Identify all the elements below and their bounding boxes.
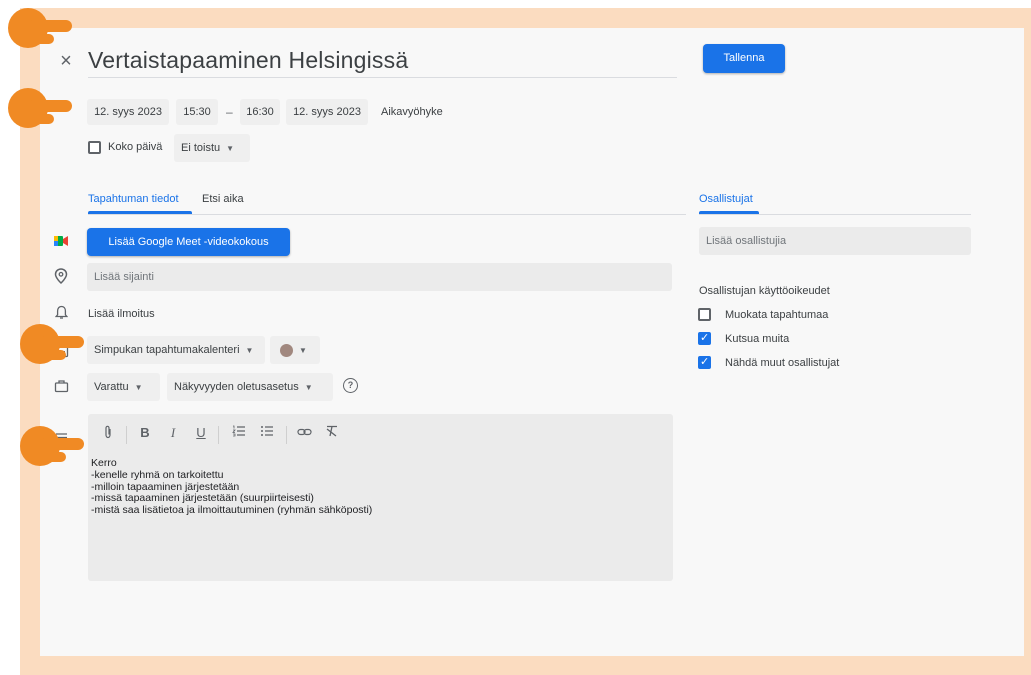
bulleted-list-icon[interactable]	[258, 425, 276, 440]
permission-checkbox-invite[interactable]: ✓	[698, 332, 711, 345]
tab-event-details[interactable]: Tapahtuman tiedot	[88, 186, 179, 212]
help-icon[interactable]: ?	[343, 378, 358, 393]
time-separator: –	[226, 105, 233, 119]
location-pin-icon	[54, 268, 68, 285]
repeat-value: Ei toistu	[181, 142, 221, 154]
all-day-label: Koko päivä	[108, 141, 163, 153]
pointing-hand-icon	[18, 418, 88, 478]
availability-value: Varattu	[94, 381, 129, 393]
calendar-select[interactable]: Simpukan tapahtumakalenteri ▼	[87, 336, 265, 364]
event-color-select[interactable]: ▼	[270, 336, 320, 364]
chevron-down-icon: ▼	[245, 346, 254, 355]
permission-checkbox-see-guests[interactable]: ✓	[698, 356, 711, 369]
tab-find-time[interactable]: Etsi aika	[202, 186, 244, 212]
link-icon[interactable]	[295, 425, 313, 440]
add-google-meet-button[interactable]: Lisää Google Meet -videokokous	[87, 228, 290, 256]
repeat-select[interactable]: Ei toistu ▼	[174, 134, 250, 162]
add-guests-input[interactable]: Lisää osallistujia	[699, 227, 971, 255]
numbered-list-icon[interactable]	[230, 425, 248, 440]
chevron-down-icon: ▼	[134, 383, 143, 392]
chevron-down-icon: ▼	[304, 383, 313, 392]
event-title-input[interactable]: Vertaistapaaminen Helsingissä	[88, 44, 677, 78]
toolbar-separator	[286, 426, 287, 444]
italic-icon[interactable]: I	[164, 425, 182, 441]
permission-label-modify: Muokata tapahtumaa	[725, 309, 829, 321]
permission-label-invite: Kutsua muita	[725, 333, 790, 345]
toolbar-separator	[218, 426, 219, 444]
pointing-hand-icon	[6, 80, 76, 140]
toolbar-separator	[126, 426, 127, 444]
pointing-hand-icon	[6, 0, 76, 60]
visibility-select[interactable]: Näkyvyyden oletusasetus ▼	[167, 373, 333, 401]
briefcase-icon	[54, 379, 69, 393]
visibility-value: Näkyvyyden oletusasetus	[174, 381, 299, 393]
availability-select[interactable]: Varattu ▼	[87, 373, 160, 401]
end-date-field[interactable]: 12. syys 2023	[286, 99, 368, 125]
chevron-down-icon: ▼	[299, 346, 307, 355]
add-notification-button[interactable]: Lisää ilmoitus	[88, 308, 155, 320]
tabs-divider	[88, 214, 686, 215]
save-button[interactable]: Tallenna	[703, 44, 785, 73]
guests-divider	[699, 214, 971, 215]
color-swatch	[280, 343, 293, 357]
underline-icon[interactable]: U	[192, 425, 210, 440]
chevron-down-icon: ▼	[226, 144, 235, 153]
tab-guests[interactable]: Osallistujat	[699, 186, 753, 212]
all-day-checkbox[interactable]	[88, 141, 101, 154]
google-meet-icon	[54, 234, 68, 246]
attachment-icon[interactable]	[99, 425, 117, 442]
permission-label-see-guests: Nähdä muut osallistujat	[725, 357, 840, 369]
calendar-value: Simpukan tapahtumakalenteri	[94, 344, 240, 356]
description-editor[interactable]: B I U Kerro -kenelle ryhmä on tarkoitett…	[88, 414, 673, 581]
permissions-title: Osallistujan käyttöoikeudet	[699, 285, 830, 297]
location-input[interactable]: Lisää sijainti	[87, 263, 672, 291]
clear-formatting-icon[interactable]	[323, 425, 341, 440]
permission-checkbox-modify[interactable]	[698, 308, 711, 321]
timezone-button[interactable]: Aikavyöhyke	[381, 106, 443, 118]
start-time-field[interactable]: 15:30	[176, 99, 218, 125]
end-time-field[interactable]: 16:30	[240, 99, 280, 125]
pointing-hand-icon	[18, 316, 88, 376]
bold-icon[interactable]: B	[136, 425, 154, 440]
description-text[interactable]: Kerro -kenelle ryhmä on tarkoitettu -mil…	[91, 457, 372, 517]
start-date-field[interactable]: 12. syys 2023	[87, 99, 169, 125]
